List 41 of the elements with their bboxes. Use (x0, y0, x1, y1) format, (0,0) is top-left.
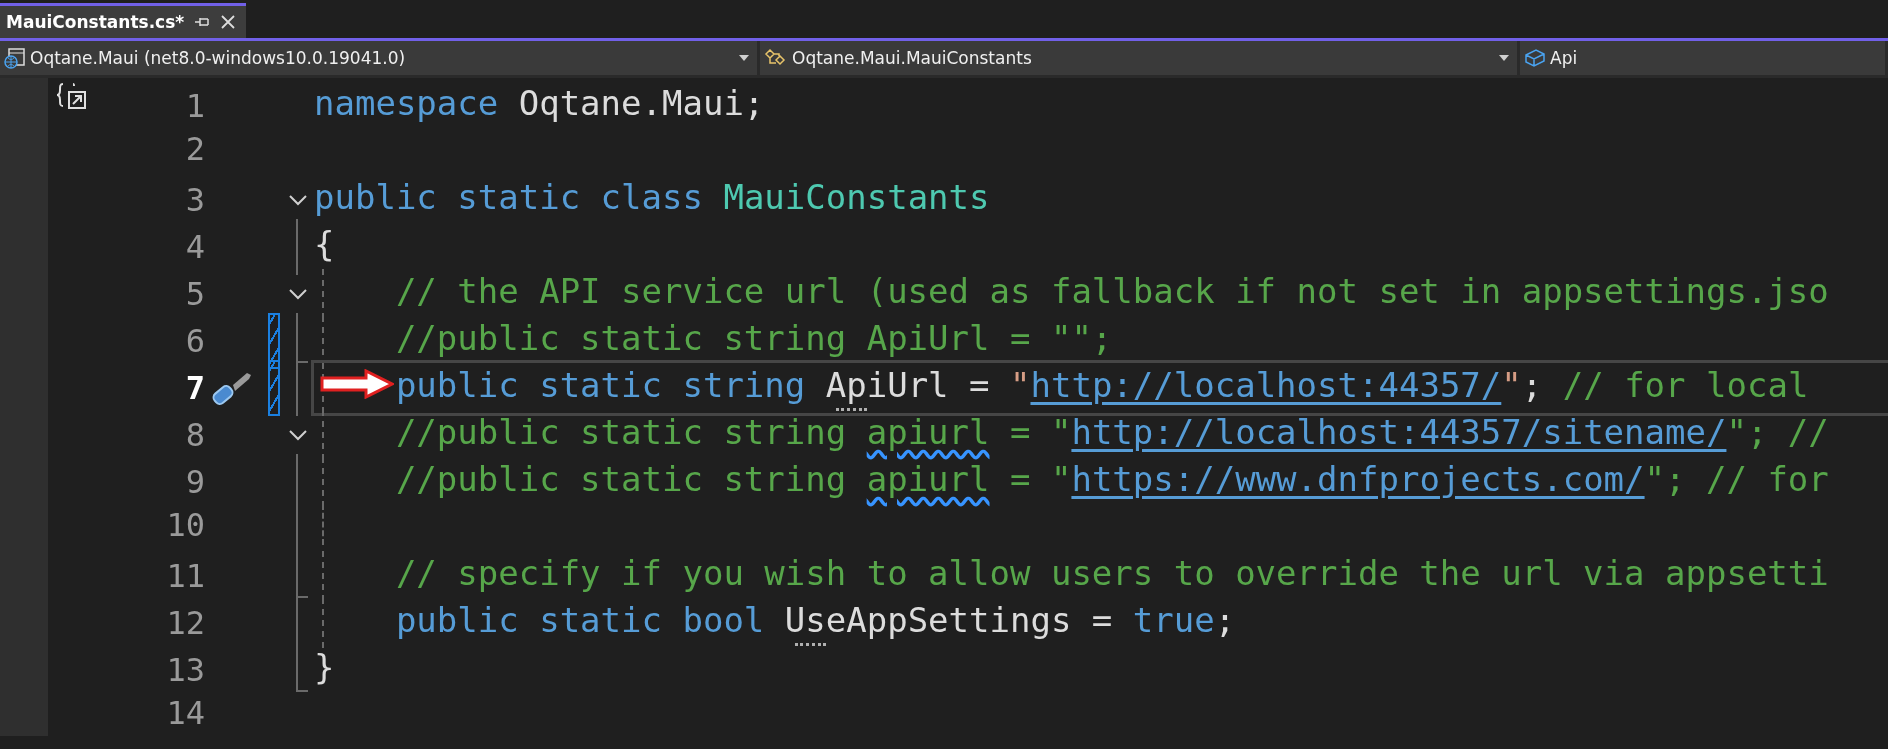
code-line: // specify if you wish to allow users to override the url via appsetti (395, 552, 1829, 595)
code-line: namespace Oqtane.Maui; (314, 82, 765, 125)
project-globe-icon (4, 47, 26, 69)
line-number: 2 (185, 129, 205, 168)
line-number: 5 (185, 275, 205, 313)
pin-icon[interactable] (194, 15, 211, 29)
line-number: 8 (185, 416, 205, 454)
collapse-chevron-icon[interactable] (288, 194, 308, 206)
code-link[interactable]: https://www.dnfprojects.com/ (1071, 459, 1645, 499)
code-line: { (314, 223, 335, 266)
line-number: 1 (185, 87, 205, 125)
navigation-dropdown[interactable]: Oqtane.Maui.MauiConstants (760, 41, 1520, 75)
code-line: public static class MauiConstants (314, 176, 990, 219)
line-number: 12 (166, 604, 205, 642)
line-number: 9 (185, 463, 205, 501)
dropdown-caret-icon[interactable] (739, 55, 749, 61)
line-number: 3 (185, 181, 205, 219)
navigation-dropdown[interactable]: Oqtane.Maui (net8.0-windows10.0.19041.0) (0, 41, 760, 75)
line-number: 10 (166, 505, 205, 544)
line-number: 6 (185, 322, 205, 360)
close-icon[interactable] (220, 14, 237, 30)
field-cube-icon (1524, 47, 1546, 69)
code-line: // the API service url (used as fallback if not set in appsettings.jso (395, 270, 1829, 313)
navigation-dropdown[interactable]: Api (1520, 41, 1888, 75)
line-number: 14 (166, 693, 205, 732)
code-link[interactable]: http://localhost:44357/ (1030, 365, 1502, 405)
collapse-chevron-icon[interactable] (288, 288, 308, 300)
editor-tab[interactable]: MauiConstants.cs* (0, 3, 247, 38)
code-line: } (314, 646, 335, 689)
code-link[interactable]: http://localhost:44357/sitename/ (1071, 412, 1727, 452)
collapse-chevron-icon[interactable] (288, 429, 308, 441)
code-line: //public static string apiurl = "http://localhost:44357/sitename/"; // (395, 411, 1829, 454)
line-number: 4 (185, 228, 205, 266)
line-number: 13 (166, 651, 205, 689)
line-number: 11 (166, 557, 205, 595)
code-line: public static bool UseAppSettings = true; (395, 598, 1236, 648)
code-line: //public static string apiurl = "https://www.dnfprojects.com/"; // for (395, 458, 1829, 501)
code-line: //public static string ApiUrl = ""; (395, 317, 1113, 360)
dropdown-caret-icon[interactable] (1499, 55, 1509, 61)
line-number: 7 (185, 369, 205, 407)
code-line: public static string ApiUrl = "http://localhost:44357/"; // for local (395, 363, 1809, 413)
